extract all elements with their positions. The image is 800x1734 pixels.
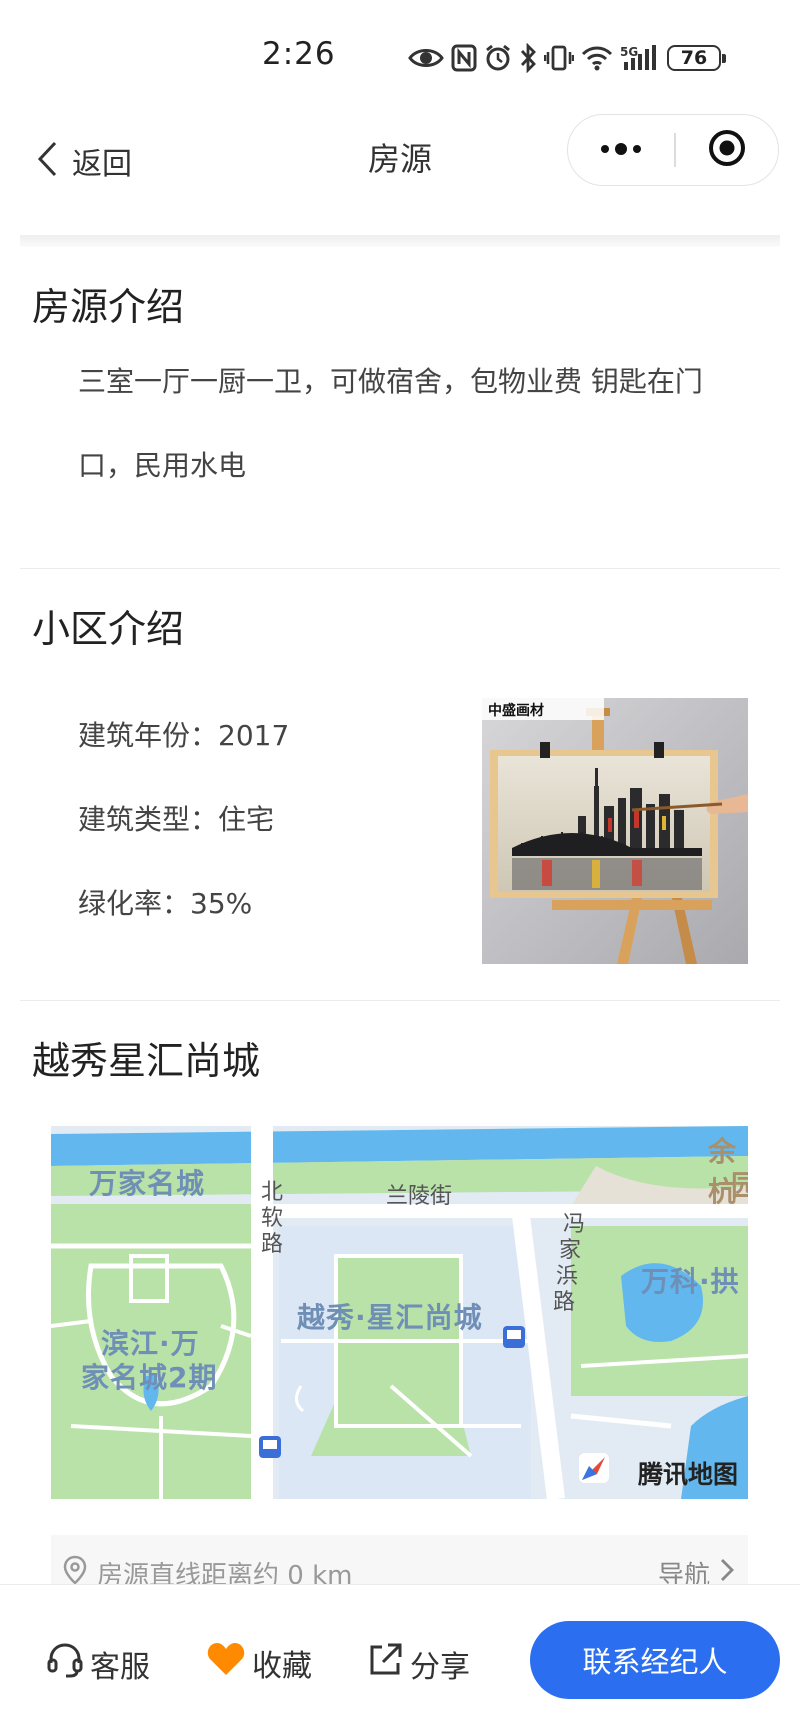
house-intro-line: 三室一厅一厨一卫，可做宿舍，包物业费 钥匙在门 (78, 365, 703, 398)
map-road-beiruan: 路 (261, 1232, 284, 1257)
map-road-fengjia: 路 (553, 1290, 576, 1315)
chevron-left-icon (36, 140, 58, 182)
back-button[interactable]: 返回 (36, 136, 132, 186)
contact-agent-button[interactable]: 联系经纪人 (530, 1621, 780, 1699)
alarm-icon (484, 44, 512, 72)
5g-signal-icon: 5G (620, 44, 660, 72)
share-label: 分享 (410, 1650, 470, 1685)
status-time: 2:26 (262, 36, 336, 72)
map-label-wanjia: 万家名城 (89, 1167, 206, 1200)
section-divider (20, 1000, 780, 1001)
svg-text:5G: 5G (620, 45, 638, 59)
location-map[interactable]: 万家名城 滨江·万 家名城2期 越秀·星汇尚城 万科·拱 余杭 园 兰陵街 北 … (51, 1126, 748, 1499)
battery-level: 76 (667, 45, 726, 71)
wifi-icon (581, 45, 613, 71)
map-brand-text: 腾讯地图 (637, 1460, 738, 1489)
status-bar: 2:26 5G 76 (0, 0, 800, 110)
heart-icon (206, 1641, 246, 1685)
target-icon (707, 128, 747, 172)
more-dots-icon (600, 141, 642, 160)
map-label-yuhang-2: 园 (731, 1169, 748, 1202)
house-intro-text: 三室一厅一厨一卫，可做宿舍，包物业费 钥匙在门 口，民用水电 (78, 340, 758, 508)
close-miniprogram-button[interactable] (676, 115, 778, 185)
community-intro-title: 小区介绍 (32, 607, 185, 651)
bluetooth-icon (519, 43, 537, 73)
header-divider (20, 235, 780, 247)
bottom-action-bar: 客服 收藏 分享 联系经纪人 (0, 1584, 800, 1734)
map-label-yuexiu: 越秀·星汇尚城 (297, 1301, 483, 1334)
map-label-wanke: 万科·拱 (641, 1265, 740, 1298)
more-button[interactable] (568, 115, 673, 185)
back-label: 返回 (72, 147, 132, 182)
green-rate: 绿化率：35% (78, 887, 253, 920)
community-name-title: 越秀星汇尚城 (32, 1039, 261, 1083)
customer-service-button[interactable]: 客服 (46, 1641, 150, 1687)
customer-service-label: 客服 (90, 1650, 150, 1685)
vibrate-icon (544, 44, 574, 72)
map-brand: 腾讯地图 (638, 1455, 738, 1491)
nfc-icon (451, 44, 477, 72)
section-divider (20, 568, 780, 569)
miniprogram-capsule (567, 114, 779, 186)
share-button[interactable]: 分享 (366, 1641, 470, 1687)
share-icon (366, 1641, 404, 1687)
favorite-label: 收藏 (252, 1649, 312, 1684)
eye-icon (408, 45, 444, 71)
favorite-button[interactable]: 收藏 (206, 1641, 312, 1685)
map-label-binjiang-2: 家名城2期 (81, 1361, 218, 1394)
house-intro-title: 房源介绍 (32, 285, 185, 329)
community-image[interactable]: 中盛画材 (482, 698, 748, 964)
build-type: 建筑类型：住宅 (78, 803, 275, 836)
headset-icon (46, 1641, 84, 1687)
battery-icon: 76 (667, 45, 726, 71)
map-road-lanling: 兰陵街 (386, 1184, 453, 1209)
status-icons: 5G 76 (408, 38, 726, 78)
build-year: 建筑年份：2017 (78, 719, 290, 752)
nav-bar: 返回 房源 (0, 110, 800, 230)
image-brand-text: 中盛画材 (488, 702, 544, 719)
house-intro-line: 口，民用水电 (78, 449, 247, 482)
